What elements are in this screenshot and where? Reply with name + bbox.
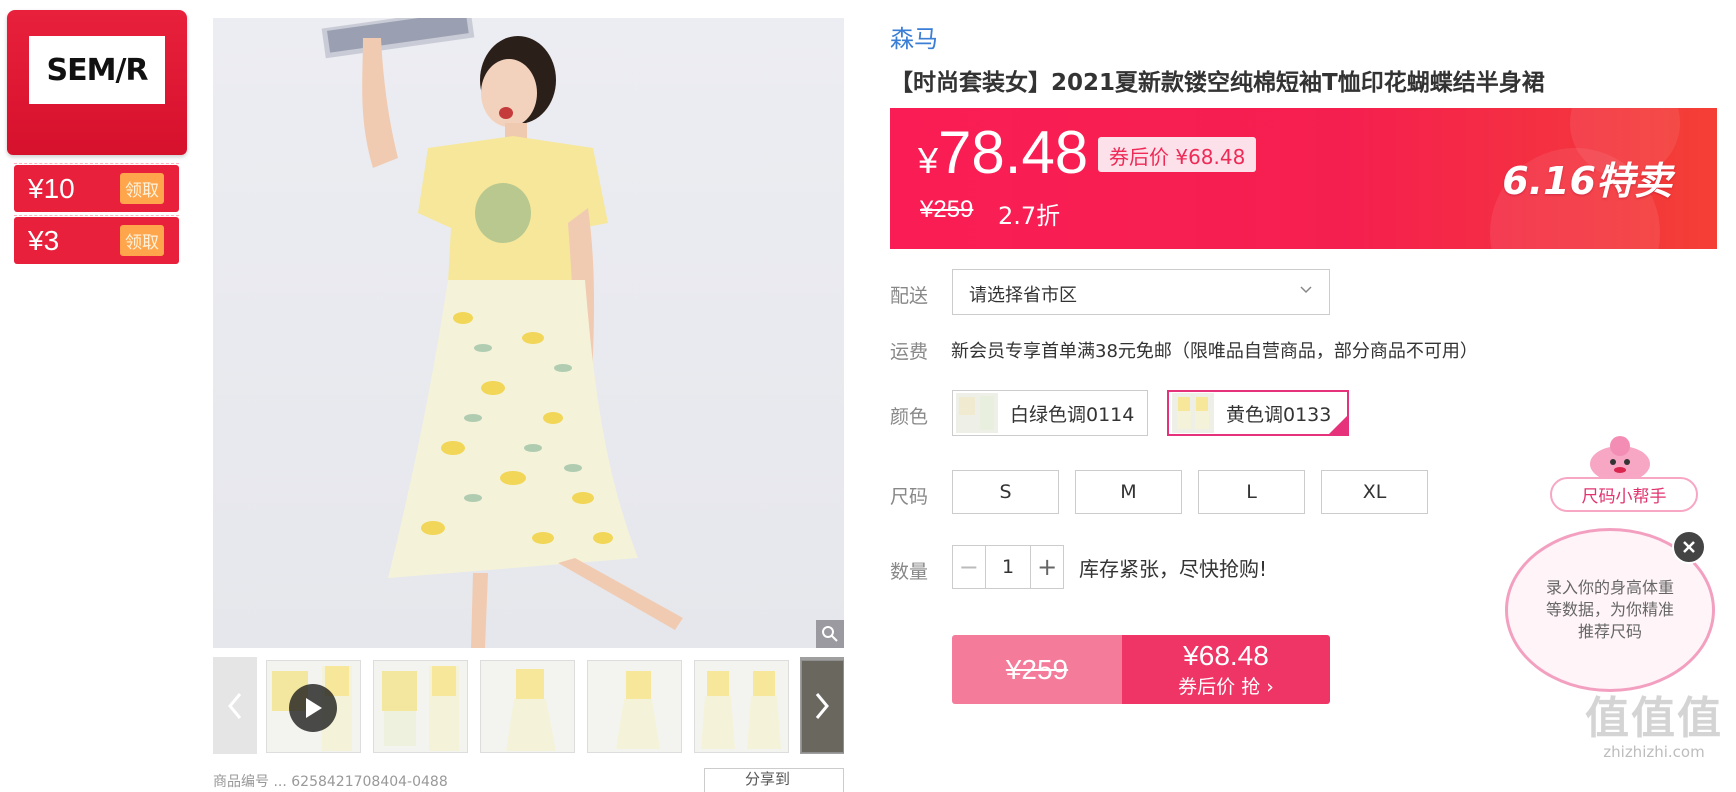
thumbnail-video[interactable]	[266, 660, 361, 753]
claim-coupon-button[interactable]: 领取	[120, 173, 164, 204]
coupon-amount: ¥3	[28, 224, 60, 256]
freight-label: 运费	[890, 341, 929, 363]
region-select-value: 请选择省市区	[969, 285, 1077, 306]
buy-now-button[interactable]: ¥259 ¥68.48 券后价 抢 ›	[952, 635, 1330, 704]
price-banner: ¥78.48 券后价 ¥68.48 ¥259 2.7折 6.16特卖	[890, 108, 1717, 249]
size-option-xl[interactable]: XL	[1321, 470, 1428, 514]
product-title: 【时尚套装女】2021夏新款镂空纯棉短袖T恤印花蝴蝶结半身裙	[890, 70, 1545, 96]
discount-label: 2.7折	[998, 202, 1061, 230]
coupon-3: ¥3 领取	[14, 217, 179, 264]
store-badge[interactable]: SEM/R	[7, 10, 187, 155]
coupon-price-tag: 券后价 ¥68.48	[1098, 137, 1257, 172]
thumbnail-image	[506, 669, 556, 751]
buy-price: ¥68.48	[1183, 640, 1269, 671]
color-label: 颜色	[890, 406, 929, 428]
size-helper-message: 录入你的身高体重等数据，为你精准推荐尺码	[1545, 578, 1674, 641]
thumbnail-image	[616, 671, 660, 749]
buy-original-price: ¥259	[952, 635, 1122, 704]
buy-main: ¥68.48 券后价 抢 ›	[1122, 635, 1330, 704]
color-swatch-image	[1177, 397, 1209, 429]
quantity-input[interactable]: 1	[986, 546, 1031, 588]
region-select[interactable]: 请选择省市区	[952, 269, 1330, 315]
freight-text: 新会员专享首单满38元免邮（限唯品自营商品，部分商品不可用）	[951, 341, 1478, 362]
play-video-button[interactable]	[289, 684, 337, 732]
thumbnail[interactable]	[373, 660, 468, 753]
quantity-increase-button[interactable]: +	[1030, 546, 1063, 588]
sale-badge: 6.16特卖	[1502, 159, 1672, 203]
magnifier-icon	[822, 626, 838, 642]
thumbnail-image	[382, 666, 459, 751]
delivery-label: 配送	[890, 285, 929, 307]
color-swatch	[1172, 393, 1214, 433]
claim-coupon-button[interactable]: 领取	[120, 225, 164, 256]
coupon-amount: ¥10	[28, 172, 75, 204]
watermark-logo: 值值值	[1585, 693, 1723, 744]
coupon-divider	[14, 163, 179, 164]
selected-check-icon	[1328, 415, 1348, 435]
color-option-label: 白绿色调0114	[1010, 403, 1135, 426]
watermark-url: zhizhizhi.com	[1603, 743, 1705, 761]
quantity-decrease-button[interactable]: −	[953, 546, 986, 588]
chevron-right-icon	[815, 692, 829, 719]
thumbnail[interactable]	[587, 660, 682, 753]
stock-warning: 库存紧张，尽快抢购!	[1079, 557, 1268, 581]
thumbnail-image	[701, 671, 781, 749]
quantity-label: 数量	[890, 561, 929, 583]
color-option-label: 黄色调0133	[1226, 403, 1332, 426]
thumb-next-button[interactable]	[800, 657, 844, 754]
size-option-l[interactable]: L	[1198, 470, 1305, 514]
size-helper-close-button[interactable]	[1672, 530, 1706, 564]
share-button[interactable]: 分享到	[704, 768, 844, 792]
size-option-m[interactable]: M	[1075, 470, 1182, 514]
watermark: 值值值 zhizhizhi.com	[1585, 693, 1723, 762]
product-id-text: 商品编号 ... 6258421708404-0488	[213, 774, 448, 790]
coupon-10: ¥10 领取	[14, 165, 179, 212]
size-helper-title[interactable]: 尺码小帮手	[1550, 477, 1698, 512]
color-option-white-green[interactable]: 白绿色调0114	[952, 390, 1148, 436]
color-swatch-image	[959, 396, 994, 430]
zoom-button[interactable]	[816, 620, 844, 648]
brand-link[interactable]: 森马	[890, 19, 938, 54]
coupon-divider	[14, 215, 179, 216]
chevron-down-icon	[1300, 286, 1312, 294]
color-swatch	[956, 393, 998, 433]
currency-symbol: ¥	[918, 140, 939, 181]
play-icon	[306, 698, 322, 718]
buy-sub-label: 券后价 抢 ›	[1178, 676, 1274, 698]
helper-mascot-icon	[1590, 436, 1650, 482]
main-product-image[interactable]	[213, 18, 844, 648]
price-value: 78.48	[938, 119, 1089, 186]
thumbnail-strip	[213, 657, 844, 754]
size-label: 尺码	[890, 486, 929, 508]
store-logo: SEM/R	[29, 36, 165, 104]
thumb-prev-button[interactable]	[213, 657, 257, 754]
quantity-stepper: − 1 +	[952, 545, 1064, 589]
close-icon	[1683, 541, 1695, 553]
thumbnail[interactable]	[694, 660, 789, 753]
size-option-s[interactable]: S	[952, 470, 1059, 514]
model-illustration	[321, 18, 683, 648]
original-price: ¥259	[920, 196, 974, 223]
color-option-yellow[interactable]: 黄色调0133	[1167, 390, 1349, 436]
chevron-left-icon	[228, 692, 242, 719]
thumbnail[interactable]	[480, 660, 575, 753]
current-price: ¥78.48	[918, 118, 1088, 187]
